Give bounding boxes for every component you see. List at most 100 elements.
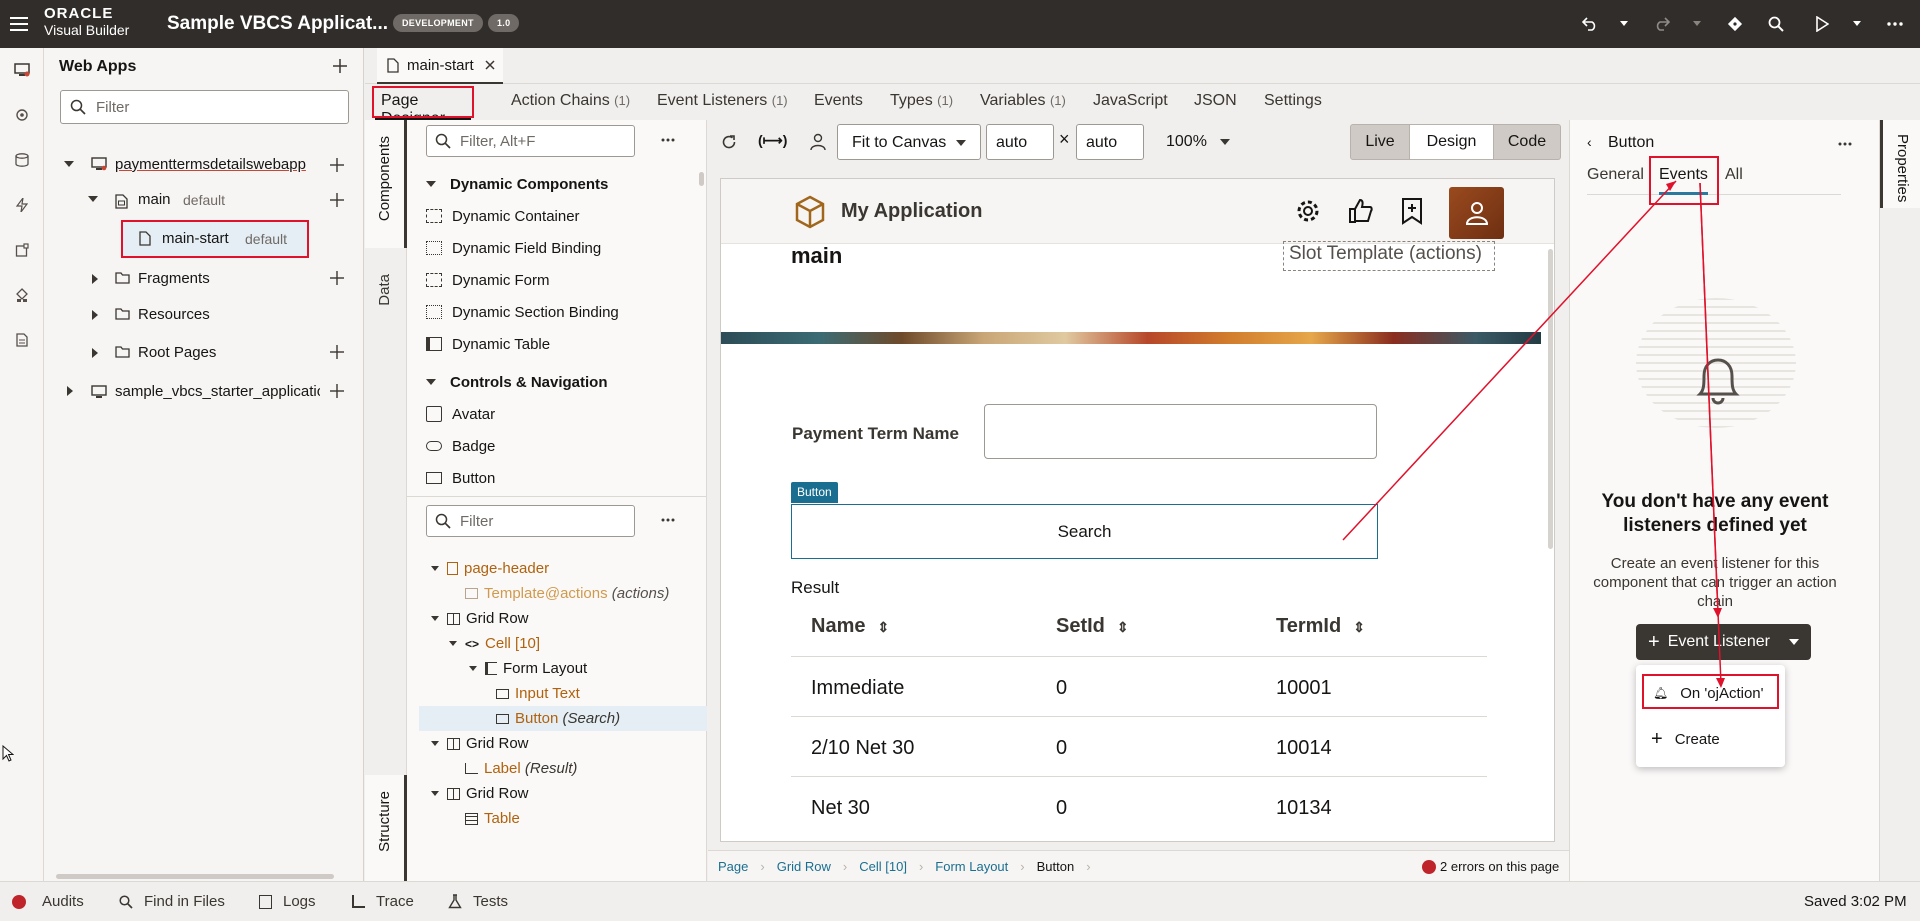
palette-item-dynamic-form[interactable]: Dynamic Form — [426, 264, 686, 296]
palette-item-badge[interactable]: Badge — [426, 430, 686, 462]
palette-scrollbar[interactable] — [699, 172, 704, 186]
business-objects-icon[interactable] — [12, 150, 32, 170]
tab-javascript[interactable]: JavaScript — [1093, 92, 1168, 110]
canvas-width-input[interactable]: auto — [986, 124, 1054, 160]
menu-item-create[interactable]: + Create — [1636, 719, 1785, 759]
tab-events[interactable]: Events — [814, 92, 863, 110]
services-icon[interactable] — [12, 105, 32, 125]
logs-item[interactable]: Logs — [259, 893, 316, 910]
event-listener-button[interactable]: + Event Listener — [1636, 624, 1811, 660]
palette-item-avatar[interactable]: Avatar — [426, 398, 686, 430]
undo-icon[interactable] — [1580, 14, 1600, 34]
processes-icon[interactable] — [12, 195, 32, 215]
section-header-controls-navigation[interactable]: Controls & Navigation — [426, 366, 686, 398]
tests-item[interactable]: Tests — [448, 893, 508, 910]
structure-item-button-selected[interactable]: Button (Search) — [419, 706, 707, 731]
expand-arrow-icon[interactable] — [64, 161, 74, 167]
table-row[interactable]: 2/10 Net 30 0 10014 — [791, 717, 1487, 777]
side-tab-structure[interactable]: Structure — [365, 775, 407, 881]
refresh-icon[interactable] — [720, 133, 738, 151]
search-button[interactable]: Search — [791, 504, 1378, 559]
add-web-app-icon[interactable] — [330, 56, 350, 76]
payment-term-name-input[interactable] — [984, 404, 1377, 459]
sort-icon[interactable]: ⇕ — [1353, 619, 1365, 635]
find-in-files-item[interactable]: Find in Files — [119, 893, 225, 910]
structure-item-page-header[interactable]: page-header — [407, 556, 707, 581]
side-tab-data[interactable]: Data — [376, 274, 393, 306]
collapsed-arrow-icon[interactable] — [92, 274, 98, 284]
layouts-icon[interactable] — [12, 285, 32, 305]
add-icon[interactable] — [330, 158, 344, 172]
collapsed-arrow-icon[interactable] — [67, 386, 73, 396]
palette-item-dynamic-table[interactable]: Dynamic Table — [426, 328, 686, 360]
column-header-termid[interactable]: TermId ⇕ — [1276, 615, 1365, 638]
search-icon[interactable] — [1765, 13, 1787, 35]
canvas-height-input[interactable]: auto — [1076, 124, 1144, 160]
tree-item-fragments[interactable]: Fragments — [44, 260, 364, 298]
props-tab-all[interactable]: All — [1725, 166, 1743, 184]
sort-icon[interactable]: ⇕ — [1117, 619, 1129, 635]
breadcrumb-grid-row[interactable]: Grid Row — [777, 859, 831, 874]
section-header-dynamic-components[interactable]: Dynamic Components — [426, 168, 686, 200]
errors-indicator[interactable]: 2 errors on this page — [1422, 859, 1559, 874]
structure-item-grid-row[interactable]: Grid Row — [407, 731, 707, 756]
side-tab-components[interactable]: Components — [365, 120, 407, 248]
fit-to-canvas-select[interactable]: Fit to Canvas — [837, 124, 981, 160]
structure-item-grid-row[interactable]: Grid Row — [407, 781, 707, 806]
tab-action-chains[interactable]: Action Chains (1) — [511, 92, 630, 110]
tab-json[interactable]: JSON — [1194, 92, 1237, 110]
close-icon[interactable] — [485, 60, 495, 70]
web-apps-icon[interactable] — [12, 60, 32, 80]
palette-item-dynamic-container[interactable]: Dynamic Container — [426, 200, 686, 232]
tab-event-listeners[interactable]: Event Listeners (1) — [657, 92, 788, 110]
column-header-setid[interactable]: SetId ⇕ — [1056, 615, 1129, 638]
sort-icon[interactable]: ⇕ — [877, 619, 889, 635]
mode-code-button[interactable]: Code — [1494, 124, 1561, 160]
audits-item[interactable]: Audits — [12, 893, 84, 910]
tab-main-start[interactable]: main-start — [377, 48, 503, 84]
redo-icon[interactable] — [1652, 14, 1672, 34]
user-icon[interactable] — [810, 133, 826, 151]
hamburger-menu-icon[interactable] — [6, 12, 32, 36]
palette-filter-input[interactable]: Filter, Alt+F — [426, 125, 635, 157]
structure-item-input-text[interactable]: Input Text — [407, 681, 707, 706]
breadcrumb-page[interactable]: Page — [718, 859, 748, 874]
more-options-icon[interactable] — [1884, 13, 1906, 35]
table-row[interactable]: Net 30 0 10134 — [791, 777, 1487, 837]
run-icon[interactable] — [1811, 13, 1833, 35]
column-header-name[interactable]: Name ⇕ — [811, 615, 889, 638]
settings-gear-icon[interactable] — [1294, 197, 1322, 225]
structure-item-table[interactable]: Table — [407, 806, 707, 831]
variables-toggle-icon[interactable]: (⟼) — [758, 132, 787, 149]
palette-item-dynamic-field-binding[interactable]: Dynamic Field Binding — [426, 232, 686, 264]
breadcrumb-cell[interactable]: Cell [10] — [859, 859, 907, 874]
tree-item-resources[interactable]: Resources — [44, 298, 364, 336]
collapsed-arrow-icon[interactable] — [92, 348, 98, 358]
collapsed-arrow-icon[interactable] — [92, 310, 98, 320]
structure-item-grid-row[interactable]: Grid Row — [407, 606, 707, 631]
navigator-filter-input[interactable]: Filter — [60, 90, 349, 124]
structure-filter-input[interactable]: Filter — [426, 505, 635, 537]
canvas-scrollbar[interactable] — [1548, 249, 1553, 549]
run-dropdown-icon[interactable] — [1853, 21, 1861, 26]
mode-design-button[interactable]: Design — [1410, 124, 1494, 160]
trace-item[interactable]: Trace — [352, 893, 414, 910]
add-icon[interactable] — [330, 193, 344, 207]
side-tab-properties[interactable]: Properties — [1880, 120, 1920, 208]
redo-dropdown-icon[interactable] — [1693, 21, 1701, 26]
palette-item-dynamic-section-binding[interactable]: Dynamic Section Binding — [426, 296, 686, 328]
palette-item-button[interactable]: Button — [426, 462, 686, 494]
structure-item-cell[interactable]: <> Cell [10] — [407, 631, 707, 656]
structure-item-template[interactable]: Template@actions (actions) — [407, 581, 707, 606]
props-tab-general[interactable]: General — [1587, 166, 1644, 184]
navigator-scrollbar[interactable] — [56, 874, 334, 879]
bookmark-add-icon[interactable] — [1401, 197, 1423, 225]
props-more-icon[interactable] — [1838, 142, 1852, 146]
back-chevron-icon[interactable]: ‹ — [1587, 134, 1592, 150]
tree-item-webapp[interactable]: paymenttermsdetailswebapp — [44, 146, 364, 184]
git-diamond-icon[interactable] — [1724, 13, 1746, 35]
slot-template-placeholder[interactable]: Slot Template (actions) — [1283, 241, 1495, 271]
tab-settings[interactable]: Settings — [1264, 92, 1322, 110]
add-icon[interactable] — [330, 384, 344, 398]
table-row[interactable]: Immediate 0 10001 — [791, 657, 1487, 717]
